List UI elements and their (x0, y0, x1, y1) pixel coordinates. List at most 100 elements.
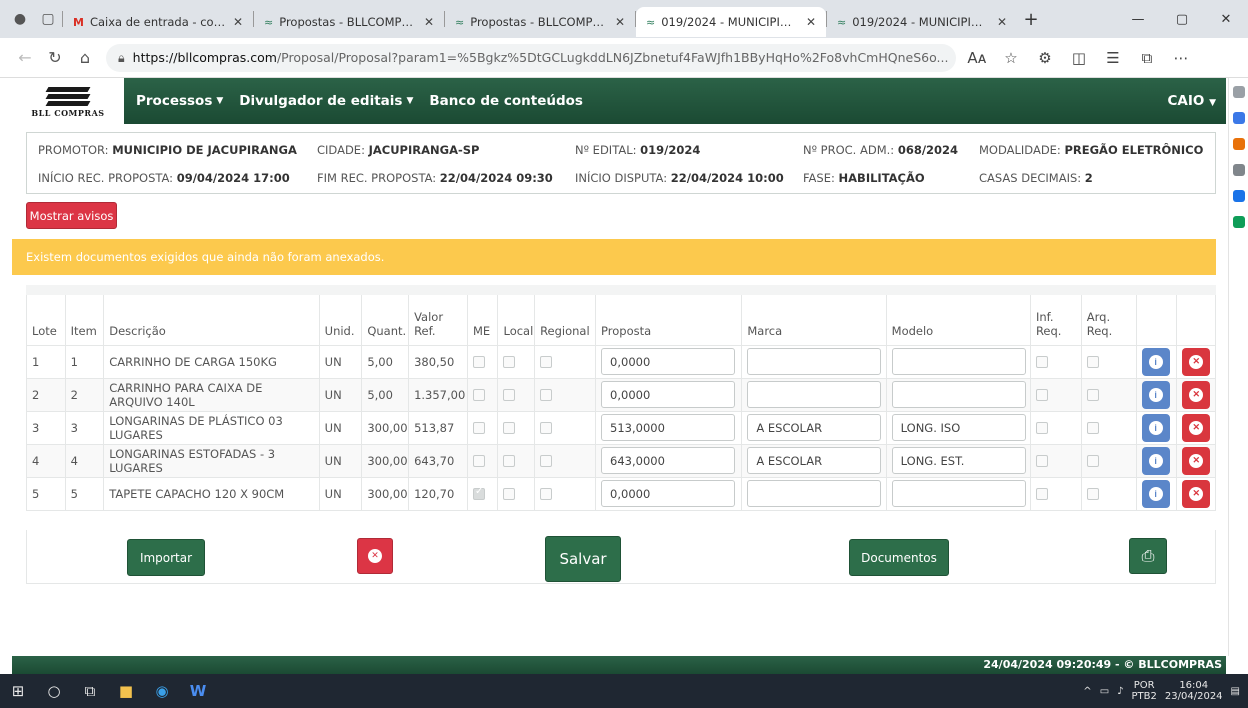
tools-icon[interactable] (1232, 164, 1245, 176)
profile-icon[interactable]: ● (6, 5, 34, 33)
edge-icon[interactable]: ◉ (144, 674, 180, 708)
regional-checkbox[interactable] (540, 455, 553, 467)
inf-req-checkbox[interactable] (1035, 422, 1048, 434)
proposta-input[interactable] (601, 348, 736, 375)
address-bar[interactable]: 🔒︎ https://bllcompras.com/Proposal/Propo… (106, 43, 956, 72)
close-tab-icon[interactable]: ✕ (233, 15, 243, 29)
local-checkbox[interactable] (503, 422, 516, 434)
browser-tab[interactable]: ≈ Propostas - BLLCOMPRAS ✕ (445, 7, 635, 37)
col-quant[interactable]: Quant. (361, 295, 410, 346)
col-me[interactable]: ME (466, 295, 499, 346)
tab-actions-icon[interactable]: ▢ (34, 5, 62, 33)
proposta-input[interactable] (601, 447, 736, 474)
games-icon[interactable] (1232, 190, 1245, 202)
browser-tab[interactable]: ≈019/2024 - MUNICIPIO DE J ✕ (636, 7, 826, 37)
col-item[interactable]: Item (64, 295, 105, 346)
more-icon[interactable]: ⋯ (1166, 43, 1196, 73)
arq-req-checkbox[interactable] (1086, 488, 1099, 500)
user-menu[interactable]: CAIO ▼ (1168, 93, 1216, 109)
regional-checkbox[interactable] (540, 356, 553, 368)
inf-req-checkbox[interactable] (1035, 455, 1048, 467)
import-button[interactable]: Importar (127, 539, 205, 576)
menu-item[interactable]: Divulgador de editais ▼ (239, 93, 413, 109)
inf-req-checkbox[interactable] (1035, 488, 1048, 500)
item-remove-button[interactable]: ✕ (1182, 380, 1211, 409)
task-view-icon[interactable]: ⧉ (72, 674, 108, 708)
menu-item[interactable]: Processos ▼ (136, 93, 223, 109)
local-checkbox[interactable] (503, 389, 516, 401)
marca-input[interactable] (747, 414, 882, 441)
col-unid[interactable]: Unid. (318, 295, 363, 346)
volume-icon[interactable]: ♪ (1117, 686, 1123, 697)
file-explorer-icon[interactable]: ■ (108, 674, 144, 708)
menu-item[interactable]: Banco de conteúdos (429, 93, 583, 109)
back-button[interactable]: ← (10, 43, 40, 73)
close-tab-icon[interactable]: ✕ (997, 15, 1007, 29)
chevron-up-icon[interactable]: ^ (1083, 686, 1091, 697)
item-remove-button[interactable]: ✕ (1182, 446, 1211, 475)
modelo-input[interactable] (891, 447, 1026, 474)
documents-button[interactable]: Documentos (849, 539, 949, 576)
marca-input[interactable] (747, 348, 882, 375)
discover-icon[interactable] (1232, 112, 1245, 124)
col-inf-req[interactable]: Inf. Req. (1029, 295, 1082, 346)
item-info-button[interactable]: i (1141, 446, 1170, 475)
item-remove-button[interactable]: ✕ (1182, 479, 1211, 508)
local-checkbox[interactable] (503, 488, 516, 500)
shopping-icon[interactable] (1232, 138, 1245, 150)
read-aloud-icon[interactable]: Aᴀ (962, 43, 992, 73)
item-info-button[interactable]: i (1141, 347, 1170, 376)
refresh-button[interactable]: ↻ (40, 43, 70, 73)
modelo-input[interactable] (891, 348, 1026, 375)
regional-checkbox[interactable] (540, 389, 553, 401)
browser-tab[interactable]: ≈ Propostas - BLLCOMPRAS ✕ (254, 7, 444, 37)
regional-checkbox[interactable] (540, 422, 553, 434)
browser-tab[interactable]: M Caixa de entrada - comercia ✕ (63, 7, 253, 37)
browser-tab[interactable]: ≈019/2024 - MUNICIPIO DE J ✕ (827, 7, 1017, 37)
modelo-input[interactable] (891, 414, 1026, 441)
col-descricao[interactable]: Descrição (103, 295, 320, 346)
me-checkbox[interactable] (473, 455, 485, 467)
language-indicator[interactable]: POR PTB2 (1132, 680, 1157, 702)
col-valor-ref[interactable]: Valor Ref. (408, 295, 468, 346)
save-button[interactable]: Salvar (545, 536, 621, 582)
restore-button[interactable]: ▢ (1160, 0, 1204, 38)
favorite-star-icon[interactable]: ☆ (996, 43, 1026, 73)
item-info-button[interactable]: i (1141, 413, 1170, 442)
item-info-button[interactable]: i (1141, 380, 1170, 409)
me-checkbox[interactable] (473, 356, 485, 368)
local-checkbox[interactable] (503, 356, 516, 368)
arq-req-checkbox[interactable] (1086, 389, 1099, 401)
modelo-input[interactable] (891, 480, 1026, 507)
col-arq-req[interactable]: Arq. Req. (1080, 295, 1137, 346)
network-icon[interactable]: ▭ (1100, 686, 1109, 697)
search-icon[interactable] (1232, 86, 1245, 98)
me-checkbox[interactable] (473, 389, 485, 401)
proposta-input[interactable] (601, 381, 736, 408)
inf-req-checkbox[interactable] (1035, 356, 1048, 368)
print-button[interactable]: ⎙ (1129, 538, 1167, 574)
col-local[interactable]: Local (497, 295, 536, 346)
collections-icon[interactable]: ⧉ (1132, 43, 1162, 73)
close-window-button[interactable]: ✕ (1204, 0, 1248, 38)
cancel-button[interactable]: ✕ (357, 538, 393, 574)
proposta-input[interactable] (601, 480, 736, 507)
split-screen-icon[interactable]: ◫ (1064, 43, 1094, 73)
inf-req-checkbox[interactable] (1035, 389, 1048, 401)
proposta-input[interactable] (601, 414, 736, 441)
favorites-icon[interactable]: ☰ (1098, 43, 1128, 73)
me-checkbox[interactable] (473, 422, 485, 434)
search-icon[interactable]: ○ (36, 674, 72, 708)
arq-req-checkbox[interactable] (1086, 422, 1099, 434)
arq-req-checkbox[interactable] (1086, 356, 1099, 368)
home-button[interactable]: ⌂ (70, 43, 100, 73)
col-regional[interactable]: Regional (534, 295, 597, 346)
bll-logo[interactable]: BLL COMPRAS (12, 78, 124, 124)
item-info-button[interactable]: i (1141, 479, 1170, 508)
notifications-icon[interactable]: ▤ (1231, 686, 1240, 697)
windows-start-icon[interactable]: ⊞ (0, 674, 36, 708)
marca-input[interactable] (747, 447, 882, 474)
col-marca[interactable]: Marca (741, 295, 887, 346)
col-lote[interactable]: Lote (26, 295, 66, 346)
local-checkbox[interactable] (503, 455, 516, 467)
